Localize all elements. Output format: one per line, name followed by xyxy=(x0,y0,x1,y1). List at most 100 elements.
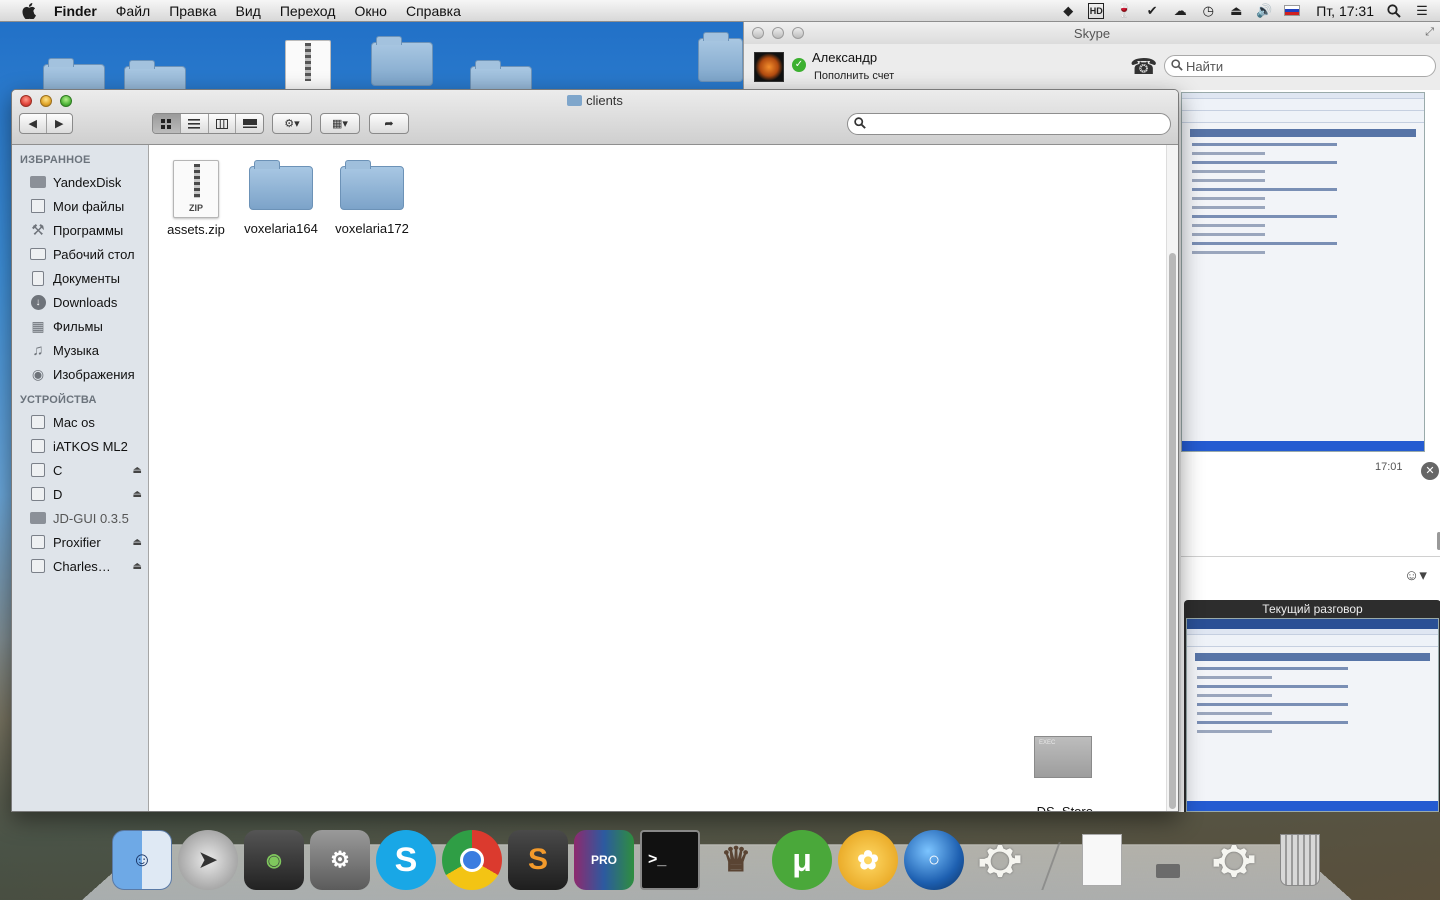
window-title-text: clients xyxy=(586,93,623,108)
menu-file[interactable]: Файл xyxy=(116,3,150,19)
skype-user-name[interactable]: Александр xyxy=(812,50,877,65)
shared-screen-preview[interactable] xyxy=(1181,92,1425,452)
sidebar-item-movies[interactable]: ▦ Фильмы xyxy=(12,314,148,338)
growl-icon[interactable]: ✿ xyxy=(838,830,898,890)
avatar[interactable] xyxy=(754,52,784,82)
menu-edit[interactable]: Правка xyxy=(169,3,216,19)
desktop-icon xyxy=(29,247,47,262)
eject-icon[interactable]: ⏏ xyxy=(133,489,142,500)
sidebar-item-jd-gui[interactable]: JD-GUI 0.3.5 xyxy=(12,506,148,530)
trash-icon[interactable] xyxy=(1270,830,1330,890)
sidebar-item-desktop[interactable]: Рабочий стол xyxy=(12,242,148,266)
scrollbar-thumb[interactable] xyxy=(1169,253,1176,809)
search-icon[interactable] xyxy=(1386,3,1402,19)
skype-search-input[interactable]: Найти xyxy=(1164,55,1436,77)
sidebar-item-c[interactable]: C ⏏ xyxy=(12,458,148,482)
file-ds-store[interactable]: EXEC .DS_Store xyxy=(1021,736,1105,811)
sidebar-item-iatkos[interactable]: iATKOS ML2 xyxy=(12,434,148,458)
close-icon[interactable]: ✕ xyxy=(1421,462,1439,480)
hd-icon[interactable]: HD xyxy=(1088,2,1105,19)
wine-glass-icon[interactable]: 🍷 xyxy=(1116,3,1132,19)
skype-icon[interactable]: S xyxy=(376,830,436,890)
menu-help[interactable]: Справка xyxy=(406,3,461,19)
sidebar-item-yandexdisk[interactable]: YandexDisk xyxy=(12,170,148,194)
sidebar-item-downloads[interactable]: ↓ Downloads xyxy=(12,290,148,314)
folder-voxelaria164[interactable]: voxelaria164 xyxy=(238,160,324,236)
skype-window-title: Skype xyxy=(1073,25,1111,41)
eject-icon[interactable]: ⏏ xyxy=(133,537,142,548)
back-button[interactable]: ◀ xyxy=(20,114,47,133)
apple-icon[interactable] xyxy=(22,2,38,19)
finder-search-input[interactable] xyxy=(847,113,1171,135)
fullscreen-icon[interactable]: ⤢ xyxy=(1425,26,1434,39)
drive-icon[interactable] xyxy=(1138,830,1198,890)
check-shield-icon[interactable]: ✔ xyxy=(1144,3,1160,19)
document-icon[interactable] xyxy=(1072,830,1132,890)
arrange-menu-button[interactable]: ▦▾ xyxy=(320,113,360,134)
column-view-button[interactable] xyxy=(209,114,237,133)
utorrent-icon[interactable]: μ xyxy=(772,830,832,890)
sidebar-item-label: JD-GUI 0.3.5 xyxy=(53,510,129,526)
rar-pro-icon[interactable]: PRO xyxy=(574,830,634,890)
menu-view[interactable]: Вид xyxy=(236,3,261,19)
desktop-folder-icon[interactable] xyxy=(371,36,433,86)
desktop-folder-icon[interactable] xyxy=(698,32,743,82)
action-menu-button[interactable]: ⚙▾ xyxy=(272,113,312,134)
sidebar-item-d[interactable]: D ⏏ xyxy=(12,482,148,506)
desktop-zip-icon[interactable] xyxy=(285,40,331,92)
icon-view-button[interactable] xyxy=(153,114,181,133)
sidebar-item-charles[interactable]: Charles… ⏏ xyxy=(12,554,148,578)
evernote-icon[interactable]: ◆ xyxy=(1060,3,1076,19)
image-capture-icon[interactable]: ◉ xyxy=(244,830,304,890)
system-preferences-icon[interactable]: ⚙ xyxy=(310,830,370,890)
status-online-icon[interactable]: ✓ xyxy=(792,58,806,72)
finder-icon[interactable]: ☺ xyxy=(112,830,172,890)
volume-icon[interactable]: 🔊 xyxy=(1256,3,1272,19)
sidebar-item-documents[interactable]: Документы xyxy=(12,266,148,290)
sidebar-item-proxifier[interactable]: Proxifier ⏏ xyxy=(12,530,148,554)
flag-ru-icon[interactable] xyxy=(1284,3,1301,19)
sidebar-item-mac-os[interactable]: Mac os xyxy=(12,410,148,434)
eject-icon[interactable]: ⏏ xyxy=(133,465,142,476)
sublime-text-icon[interactable]: S xyxy=(508,830,568,890)
menu-clock[interactable]: Пт, 17:31 xyxy=(1316,3,1374,19)
folder-voxelaria172[interactable]: voxelaria172 xyxy=(329,160,415,236)
eject-icon[interactable]: ⏏ xyxy=(1228,3,1244,19)
sidebar-item-all-files[interactable]: Мои файлы xyxy=(12,194,148,218)
launchpad-icon[interactable]: ➤ xyxy=(178,830,238,890)
emoticon-icon[interactable]: ☺▾ xyxy=(1404,566,1427,584)
menu-go[interactable]: Переход xyxy=(280,3,336,19)
menu-window[interactable]: Окно xyxy=(354,3,387,19)
sidebar-item-label: Charles… xyxy=(53,558,111,574)
share-button[interactable]: ➦ xyxy=(369,113,409,134)
pitcher-icon[interactable]: ⛮ xyxy=(1204,830,1264,890)
dialpad-phone-icon[interactable]: ☎ xyxy=(1130,54,1157,80)
skype-titlebar[interactable]: Skype ⤢ xyxy=(744,22,1440,44)
list-view-button[interactable] xyxy=(181,114,209,133)
skype-credit-link[interactable]: Пополнить счет xyxy=(814,70,894,82)
chrome-icon[interactable] xyxy=(442,830,502,890)
sidebar-item-music[interactable]: ♫ Музыка xyxy=(12,338,148,362)
current-call-panel[interactable]: Текущий разговор xyxy=(1184,600,1440,812)
coverflow-view-button[interactable] xyxy=(236,114,263,133)
folder-icon xyxy=(249,160,313,210)
folder-icon xyxy=(567,95,583,106)
window-title: clients xyxy=(12,93,1178,108)
time-machine-icon[interactable]: ◷ xyxy=(1200,3,1216,19)
cloud-icon[interactable]: ☁ xyxy=(1172,3,1188,19)
sidebar-item-applications[interactable]: ⚒ Программы xyxy=(12,218,148,242)
pitcher-icon[interactable]: ⛮ xyxy=(970,830,1030,890)
finder-content[interactable]: ZIP assets.zip voxelaria164 voxelaria172… xyxy=(149,145,1166,811)
archiver-icon[interactable]: ♛ xyxy=(706,830,766,890)
menu-app-finder[interactable]: Finder xyxy=(54,3,97,19)
list-icon[interactable]: ☰ xyxy=(1414,3,1430,19)
eject-icon[interactable]: ⏏ xyxy=(133,561,142,572)
earth-icon[interactable]: ○ xyxy=(904,830,964,890)
sidebar-item-pictures[interactable]: ◉ Изображения xyxy=(12,362,148,386)
file-assets-zip[interactable]: ZIP assets.zip xyxy=(153,160,239,237)
sidebar-item-label: iATKOS ML2 xyxy=(53,438,128,454)
forward-button[interactable]: ▶ xyxy=(47,114,73,133)
content-scrollbar[interactable] xyxy=(1166,145,1178,811)
current-call-preview xyxy=(1186,618,1439,812)
terminal-icon[interactable]: >_ xyxy=(640,830,700,890)
